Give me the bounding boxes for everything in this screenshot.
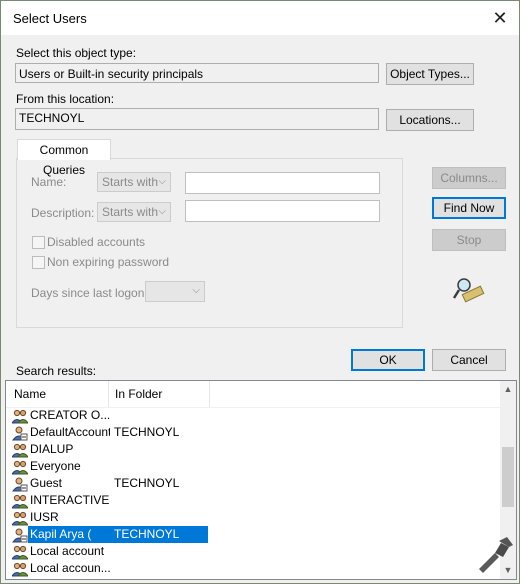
row-name: DIALUP (30, 442, 74, 456)
description-mode-value: Starts with (102, 205, 159, 219)
row-folder: TECHNOYL (114, 425, 180, 439)
object-types-button[interactable]: Object Types... (386, 63, 474, 85)
row-name: INTERACTIVE (30, 493, 110, 507)
column-header-in-folder[interactable]: In Folder (109, 381, 209, 407)
row-name: CREATOR O... (30, 408, 110, 422)
name-mode-value: Starts with (102, 175, 159, 189)
row-name: Everyone (30, 459, 81, 473)
title-bar: Select Users ✕ (1, 1, 519, 35)
user-icon (11, 527, 28, 543)
search-magnifier-icon (452, 278, 485, 303)
description-input[interactable] (185, 200, 380, 222)
group-icon (11, 459, 29, 475)
group-icon (11, 510, 29, 526)
row-name: Kapil Arya ( (30, 527, 92, 541)
non-expiring-password-checkbox[interactable] (32, 256, 45, 269)
table-row[interactable]: Local accoun... (6, 560, 502, 577)
column-header-name[interactable]: Name (8, 381, 108, 407)
location-field: TECHNOYL (15, 108, 379, 130)
table-row[interactable]: Guest TECHNOYL (6, 475, 502, 492)
days-since-logon-select[interactable]: ⌵ (145, 281, 205, 302)
cancel-button[interactable]: Cancel (432, 349, 506, 371)
table-row[interactable]: CREATOR O... (6, 407, 502, 424)
table-row[interactable]: Local account (6, 543, 502, 560)
row-folder: TECHNOYL (114, 527, 180, 541)
group-icon (11, 544, 29, 560)
location-label: From this location: (16, 92, 115, 106)
object-type-label: Select this object type: (16, 46, 137, 60)
close-icon[interactable]: ✕ (487, 5, 513, 31)
chevron-down-icon: ⌵ (158, 176, 166, 187)
column-divider[interactable] (209, 381, 210, 407)
name-label: Name: (31, 175, 67, 189)
name-mode-select[interactable]: Starts with ⌵ (97, 172, 171, 192)
table-row[interactable]: Kapil Arya ( TECHNOYL (6, 526, 502, 543)
days-since-logon-label: Days since last logon: (31, 286, 148, 300)
table-row[interactable]: Everyone (6, 458, 502, 475)
find-now-button[interactable]: Find Now (432, 197, 506, 219)
group-icon (11, 493, 29, 509)
table-row[interactable]: DefaultAccount TECHNOYL (6, 424, 502, 441)
search-results-label: Search results: (16, 364, 97, 378)
group-icon (11, 442, 29, 458)
row-name: Local accoun... (30, 561, 110, 575)
chevron-down-icon: ⌵ (158, 206, 166, 217)
stop-button[interactable]: Stop (432, 229, 506, 251)
description-mode-select[interactable]: Starts with ⌵ (97, 202, 171, 222)
row-name: Guest (30, 476, 63, 490)
user-icon (11, 476, 28, 492)
table-row[interactable]: IUSR (6, 509, 502, 526)
group-icon (11, 408, 29, 424)
group-icon (11, 561, 29, 577)
watermark-logo (479, 537, 513, 573)
tab-common-queries[interactable]: Common Queries (17, 139, 111, 177)
description-label: Description: (31, 206, 95, 220)
dialog-title: Select Users (13, 11, 87, 26)
scroll-up-icon[interactable]: ▲ (500, 381, 516, 398)
table-row[interactable]: INTERACTIVE (6, 492, 502, 509)
row-folder: TECHNOYL (114, 476, 180, 490)
name-input[interactable] (185, 172, 380, 194)
search-results-list[interactable]: Name In Folder CREATOR O... DefaultAccoun… (5, 380, 517, 580)
select-users-dialog: Select Users ✕ Select this object type: … (0, 0, 520, 584)
results-header: Name In Folder (6, 381, 502, 408)
row-name: IUSR (30, 510, 59, 524)
row-name: Local account (30, 544, 105, 558)
disabled-accounts-checkbox[interactable] (32, 236, 45, 249)
user-icon (11, 425, 28, 441)
table-row[interactable]: DIALUP (6, 441, 502, 458)
row-name: DefaultAccount (30, 425, 110, 439)
non-expiring-password-label: Non expiring password (47, 255, 170, 269)
locations-button[interactable]: Locations... (386, 109, 474, 131)
chevron-down-icon: ⌵ (192, 285, 200, 296)
object-type-field: Users or Built-in security principals (15, 63, 379, 83)
columns-button[interactable]: Columns... (432, 167, 506, 189)
scroll-thumb[interactable] (502, 447, 514, 507)
ok-button[interactable]: OK (351, 349, 425, 371)
disabled-accounts-label: Disabled accounts (47, 235, 146, 249)
